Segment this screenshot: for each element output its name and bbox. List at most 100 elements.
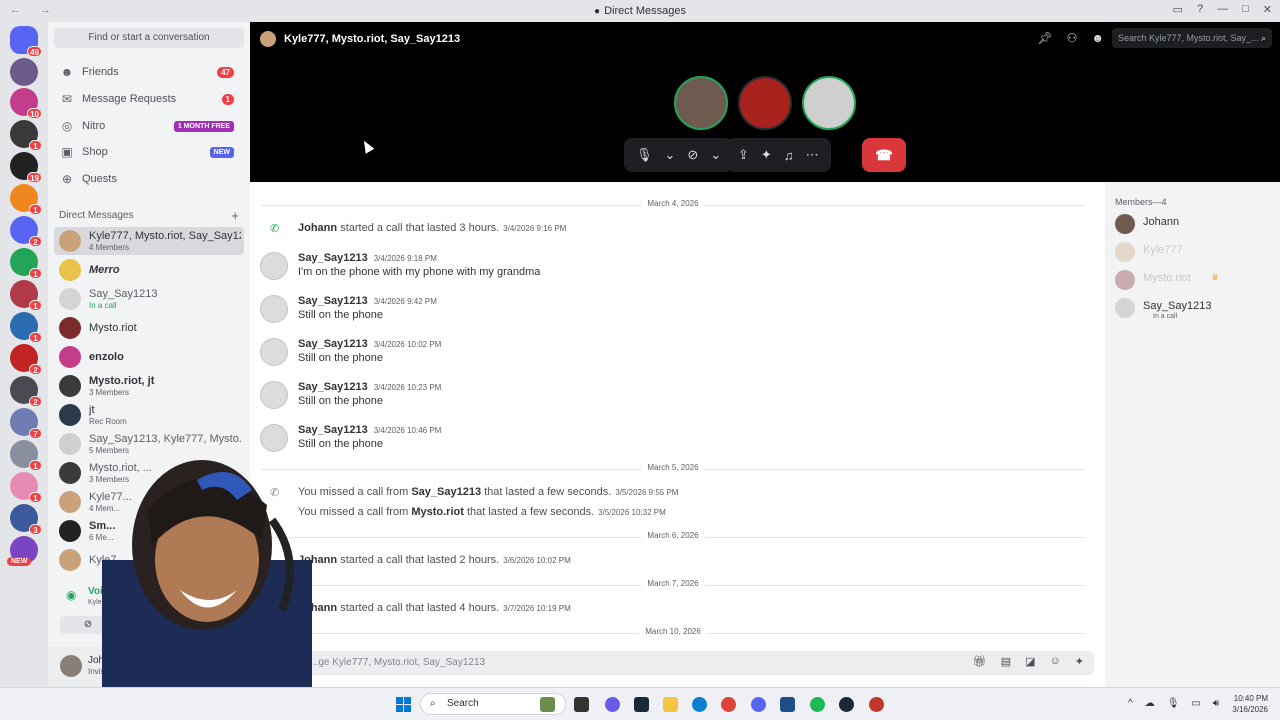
clock[interactable]: 10:40 PM 3/16/2026	[1228, 693, 1268, 715]
os-taskbar: ⌕ Search ^ ☁ 🎙︎ ▭ 🔊︎ 10:40 PM 3/16/2026	[0, 687, 1280, 720]
mic-control[interactable]: 🎙︎ ⌄ ⊘ ⌄	[624, 138, 734, 172]
emoji-icon[interactable]: ☺	[1050, 655, 1061, 668]
server-icon[interactable]: 19	[10, 152, 42, 183]
copilot-icon[interactable]	[605, 697, 620, 712]
avatar	[59, 433, 81, 455]
avatar[interactable]	[260, 381, 288, 409]
server-icon[interactable]: 2	[10, 216, 42, 247]
member-item[interactable]: Say_Say1213 In a call	[1115, 296, 1275, 320]
window-controls: ▭ ? — □ ✕	[1173, 3, 1272, 16]
add-friends-icon[interactable]: ⚇	[1067, 31, 1078, 45]
date-divider: March 10, 2026	[261, 627, 1085, 636]
dm-section-header: Direct Messages +	[59, 208, 239, 223]
store-icon[interactable]	[780, 697, 795, 712]
gift-icon[interactable]: 🎁︎	[973, 655, 987, 668]
dm-item[interactable]: Mysto.riot, jt 3 Members	[54, 372, 244, 400]
avatar[interactable]	[260, 424, 288, 452]
dm-item[interactable]: Say_Say1213 In a call	[54, 285, 244, 313]
avatar[interactable]	[260, 338, 288, 366]
chevron-down-icon: ⌄	[710, 147, 722, 162]
nav-quests[interactable]: ⊕ Quests	[54, 167, 244, 191]
display-icon[interactable]: ▭	[1191, 698, 1200, 709]
server-icon[interactable]: 1	[10, 440, 42, 471]
widgets-icon[interactable]	[540, 697, 555, 712]
steam-app-icon[interactable]	[839, 697, 854, 712]
steam-icon[interactable]	[634, 697, 649, 712]
server-icon[interactable]: 1	[10, 248, 42, 279]
screen-share-icon[interactable]: ⇪	[738, 147, 749, 163]
search-icon: ⌕	[430, 698, 436, 709]
dm-item[interactable]: Merro	[54, 256, 244, 284]
server-rail: 49 10 1 19 1 2 1 1 1 2 2 7 1 1 3 NEW	[0, 22, 48, 687]
message-composer[interactable]: ...ge Kyle777, Mysto.riot, Say_Say1213 🎁…	[262, 651, 1094, 675]
participant-video[interactable]	[738, 76, 792, 130]
task-view-icon[interactable]	[574, 697, 589, 712]
avatar	[1115, 242, 1135, 262]
create-dm-icon[interactable]: +	[231, 208, 239, 223]
avatar	[59, 462, 81, 484]
avatar[interactable]	[260, 252, 288, 280]
sticker-icon[interactable]: ◪	[1025, 655, 1035, 668]
participant-video[interactable]	[674, 76, 728, 130]
maximize-button[interactable]: □	[1242, 3, 1249, 16]
webcam-overlay	[102, 460, 312, 690]
help-icon[interactable]: ?	[1197, 3, 1203, 16]
nav-message-requests[interactable]: ✉ Message Requests 1	[54, 87, 244, 111]
avatar	[59, 346, 81, 368]
dm-item[interactable]: jt Rec Room	[54, 401, 244, 429]
members-list-icon[interactable]: ☻	[1091, 31, 1104, 45]
cloud-icon[interactable]: ☁	[1145, 698, 1155, 709]
participant-video[interactable]	[802, 76, 856, 130]
server-icon[interactable]: 1	[10, 184, 42, 215]
soundboard-icon[interactable]: ♫	[784, 148, 794, 163]
nav-shop[interactable]: ▣ Shop NEW	[54, 140, 244, 164]
start-button[interactable]	[396, 697, 411, 712]
file-explorer-icon[interactable]	[663, 697, 678, 712]
edge-icon[interactable]	[692, 697, 707, 712]
spotify-icon[interactable]	[810, 697, 825, 712]
more-icon[interactable]: ⋯	[806, 147, 819, 163]
end-call-button[interactable]: ☎	[862, 138, 906, 172]
avatar[interactable]	[60, 655, 82, 677]
search-input[interactable]: Search Kyle777, Mysto.riot, Say_... ⌕	[1112, 28, 1272, 48]
inbox-icon[interactable]: ▭	[1173, 3, 1183, 16]
find-conversation-button[interactable]: Find or start a conversation	[54, 28, 244, 48]
chevron-up-icon[interactable]: ^	[1128, 698, 1133, 709]
activities-icon[interactable]: ✦	[761, 147, 772, 163]
server-icon[interactable]: 10	[10, 88, 42, 119]
server-icon[interactable]: 3	[10, 504, 42, 535]
server-icon[interactable]: 2	[10, 344, 42, 375]
server-icon[interactable]: 7	[10, 408, 42, 439]
dm-item[interactable]: Mysto.riot	[54, 314, 244, 342]
server-icon[interactable]: 1	[10, 472, 42, 503]
member-item[interactable]: Kyle777	[1115, 240, 1275, 264]
close-button[interactable]: ✕	[1263, 3, 1272, 16]
nav-friends[interactable]: ☻ Friends 47	[54, 60, 244, 84]
server-icon[interactable]	[10, 58, 38, 86]
member-item[interactable]: Johann	[1115, 212, 1275, 236]
chat-log: March 4, 2026 ✆ Johann started a call tha…	[250, 182, 1105, 647]
date-divider: March 4, 2026	[261, 199, 1085, 208]
home-button[interactable]: 49	[10, 26, 42, 57]
pin-icon[interactable]: 📌︎	[1037, 31, 1052, 45]
member-item[interactable]: Mysto.riot ♛	[1115, 268, 1275, 292]
discord-icon[interactable]	[751, 697, 766, 712]
server-icon[interactable]: 1	[10, 120, 42, 151]
apps-icon[interactable]: ✦	[1075, 655, 1084, 668]
nav-nitro[interactable]: ◎ Nitro 1 MONTH FREE	[54, 114, 244, 138]
volume-icon[interactable]: 🔊︎	[1213, 698, 1219, 709]
recording-app-icon[interactable]	[869, 697, 884, 712]
call-panel: Kyle777, Mysto.riot, Say_Say1213 📌︎ ⚇ ☻ …	[250, 22, 1280, 182]
dm-item[interactable]: Kyle777, Mysto.riot, Say_Say1213 4 Member…	[54, 227, 244, 255]
minimize-button[interactable]: —	[1217, 3, 1228, 16]
chrome-icon[interactable]	[721, 697, 736, 712]
activity-controls[interactable]: ⇪ ✦ ♫ ⋯	[726, 138, 831, 172]
server-icon[interactable]: 2	[10, 376, 42, 407]
dm-item[interactable]: enzolo	[54, 343, 244, 371]
gif-icon[interactable]: ▤	[1001, 655, 1011, 668]
avatar[interactable]	[260, 295, 288, 323]
window-titlebar: ← → ● Direct Messages ▭ ? — □ ✕	[0, 0, 1280, 22]
server-icon[interactable]: 1	[10, 280, 42, 311]
mic-tray-icon[interactable]: 🎙︎	[1167, 698, 1180, 709]
server-icon[interactable]: 1	[10, 312, 42, 343]
